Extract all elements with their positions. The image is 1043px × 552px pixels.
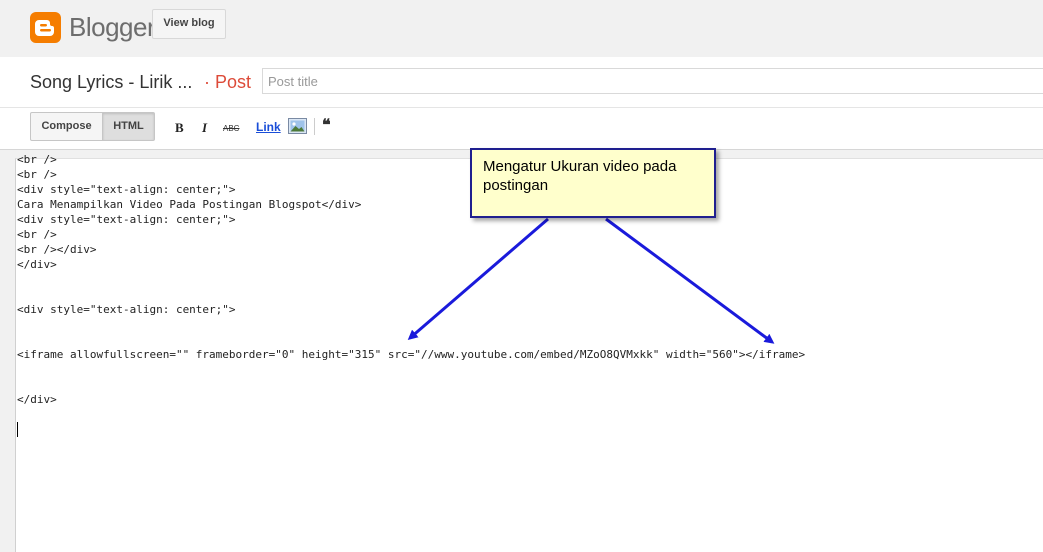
post-title-input[interactable] bbox=[262, 68, 1043, 94]
code-line: </div> bbox=[17, 393, 57, 406]
title-bar: Song Lyrics - Lirik ... · Post bbox=[0, 57, 1043, 108]
html-button[interactable]: HTML bbox=[103, 112, 155, 141]
code-line: <br /> bbox=[17, 153, 57, 166]
view-blog-button[interactable]: View blog bbox=[152, 9, 226, 39]
text-caret bbox=[17, 422, 18, 437]
code-line: <div style="text-align: center;"> bbox=[17, 183, 236, 196]
top-bar: Blogger View blog bbox=[0, 0, 1043, 57]
annotation-callout: Mengatur Ukuran video pada postingan bbox=[470, 148, 716, 218]
code-line: </div> bbox=[17, 258, 57, 271]
mode-toggle: Compose HTML bbox=[30, 112, 155, 141]
italic-icon[interactable]: I bbox=[202, 120, 207, 136]
strikethrough-icon[interactable]: ABC bbox=[223, 121, 239, 137]
code-line: Cara Menampilkan Video Pada Postingan Bl… bbox=[17, 198, 362, 211]
code-line: <br /> bbox=[17, 228, 57, 241]
toolbar-divider bbox=[314, 118, 315, 135]
code-line: <iframe allowfullscreen="" frameborder="… bbox=[17, 348, 806, 361]
compose-button[interactable]: Compose bbox=[30, 112, 103, 141]
blog-name[interactable]: Song Lyrics - Lirik ... bbox=[30, 72, 192, 93]
brand-name[interactable]: Blogger bbox=[69, 12, 156, 43]
blogger-logo-icon[interactable] bbox=[30, 12, 61, 43]
editor-toolbar: Compose HTML B I ABC Link bbox=[0, 108, 1043, 150]
post-label: · Post bbox=[204, 72, 252, 92]
insert-image-icon[interactable] bbox=[288, 118, 307, 134]
quote-icon[interactable]: ❝ bbox=[322, 115, 331, 135]
link-button[interactable]: Link bbox=[256, 120, 281, 134]
bold-icon[interactable]: B bbox=[175, 120, 184, 136]
code-line: <br /> bbox=[17, 168, 57, 181]
code-line: <br /></div> bbox=[17, 243, 97, 256]
code-line: <div style="text-align: center;"> bbox=[17, 303, 236, 316]
code-line: <div style="text-align: center;"> bbox=[17, 213, 236, 226]
